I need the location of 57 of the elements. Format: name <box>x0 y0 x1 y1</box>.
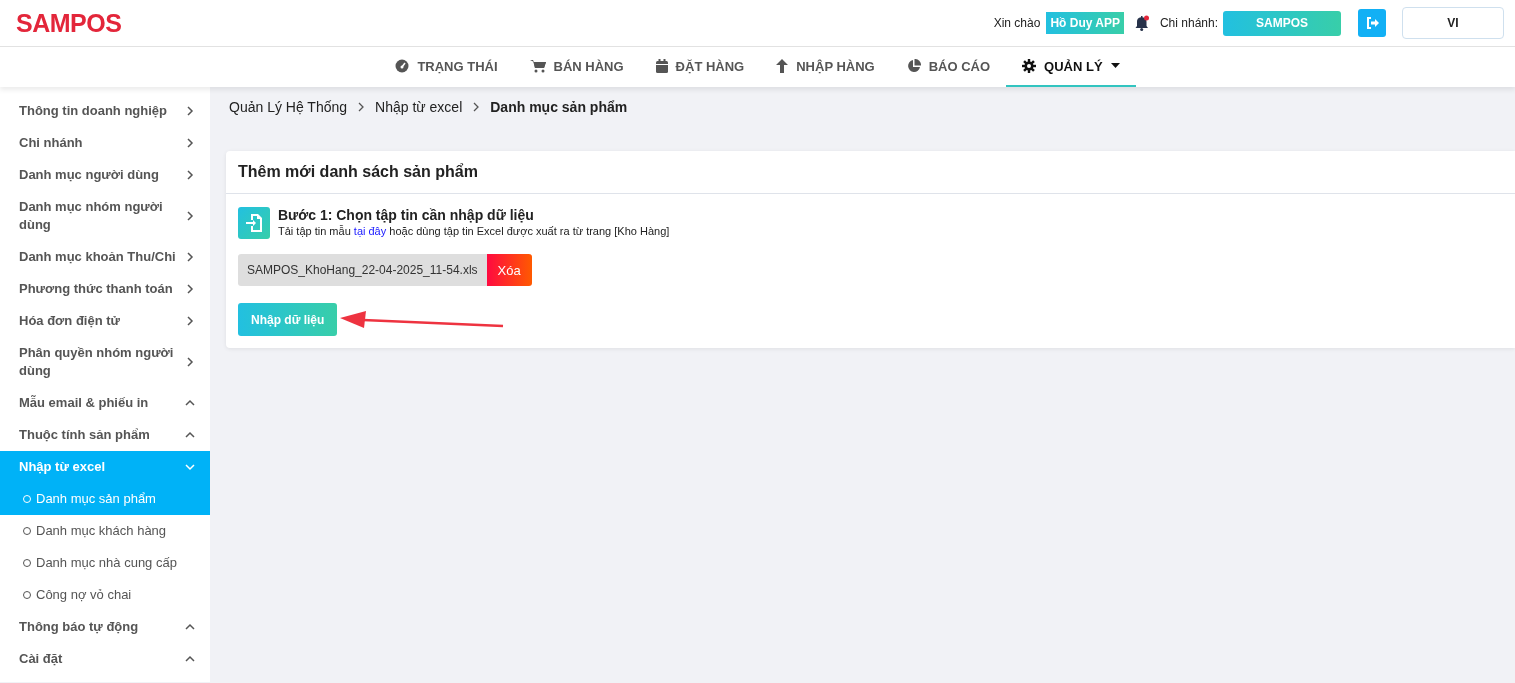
sidebar-item[interactable]: Mẫu email & phiếu in <box>0 387 210 419</box>
chevron-icon <box>184 251 196 263</box>
bell-icon[interactable] <box>1133 15 1150 31</box>
chevron-icon <box>184 137 196 149</box>
chevron-icon <box>184 283 196 295</box>
sidebar-item[interactable]: Thông tin doanh nghiệp <box>0 95 210 127</box>
template-link[interactable]: tại đây <box>353 225 387 237</box>
chevron-icon <box>184 169 196 181</box>
sidebar-subitem[interactable]: Công nợ vỏ chai <box>0 579 210 611</box>
hint-text: Tải tập tin mẫu <box>278 225 351 237</box>
caret-icon <box>1110 63 1120 69</box>
cart-icon <box>529 59 546 73</box>
sidebar-item[interactable]: Phương thức thanh toán <box>0 273 210 305</box>
chevron-icon <box>184 105 196 117</box>
settings-icon <box>1022 59 1037 73</box>
sidebar-item[interactable]: Cài đặt <box>0 643 210 675</box>
breadcrumb-item: Danh mục sản phẩm <box>490 99 628 115</box>
breadcrumb-item[interactable]: Quản Lý Hệ Thống <box>229 99 348 115</box>
logo: SAMPOS <box>16 8 122 38</box>
chevron-icon <box>184 315 196 327</box>
sidebar-item[interactable]: Danh mục khoản Thu/Chi <box>0 241 210 273</box>
sidebar-item[interactable]: Danh mục nhóm người dùng <box>0 191 210 241</box>
nav-tab[interactable]: BÁN HÀNG <box>513 47 640 87</box>
chevron-icon <box>184 356 196 368</box>
gauge-icon <box>395 59 410 73</box>
chevron-icon <box>357 102 366 112</box>
chevron-icon <box>184 461 196 473</box>
calendar-icon <box>655 59 668 73</box>
language-button[interactable]: VI <box>1402 7 1504 39</box>
nav-tab[interactable]: QUẢN LÝ <box>1006 47 1136 87</box>
pie-chart-icon <box>906 59 921 73</box>
chevron-icon <box>184 210 196 222</box>
greeting-text: Xin chào <box>993 16 1041 30</box>
nav-tab[interactable]: NHẬP HÀNG <box>760 47 891 87</box>
step-title: Bước 1: Chọn tập tin cần nhập dữ liệu <box>278 207 535 223</box>
card-title: Thêm mới danh sách sản phẩm <box>226 151 1515 194</box>
branch-label: Chi nhánh: <box>1159 16 1218 30</box>
nav-tab[interactable]: ĐẶT HÀNG <box>639 47 761 87</box>
user-name-badge: Hồ Duy APP <box>1046 12 1124 34</box>
sidebar-subitem[interactable]: Danh mục khách hàng <box>0 515 210 547</box>
breadcrumb-item[interactable]: Nhập từ excel <box>375 99 463 115</box>
nav-tab[interactable]: TRẠNG THÁI <box>379 47 514 87</box>
chevron-icon <box>472 102 481 112</box>
sidebar-item[interactable]: Thuộc tính sản phẩm <box>0 419 210 451</box>
sidebar-item[interactable]: Hóa đơn điện tử <box>0 305 210 337</box>
sidebar-item[interactable]: Thông báo tự động <box>0 611 210 643</box>
file-name-field: SAMPOS_KhoHang_22-04-2025_11-54.xls <box>238 254 487 286</box>
delete-button[interactable]: Xóa <box>486 254 532 286</box>
arrow-up-icon <box>776 59 789 73</box>
hint-text: hoặc dùng tập tin Excel được xuất ra từ trang [Kho Hàng] <box>389 225 670 237</box>
sidebar-subitem[interactable]: Danh mục nhà cung cấp <box>0 547 210 579</box>
sidebar-item[interactable]: Danh mục người dùng <box>0 159 210 191</box>
sidebar-item[interactable]: Chi nhánh <box>0 127 210 159</box>
sidebar-item[interactable]: Phân quyền nhóm người dùng <box>0 337 210 387</box>
nav-tab[interactable]: BÁO CÁO <box>890 47 1007 87</box>
logout-icon <box>1365 17 1379 29</box>
file-import-icon <box>238 207 270 239</box>
